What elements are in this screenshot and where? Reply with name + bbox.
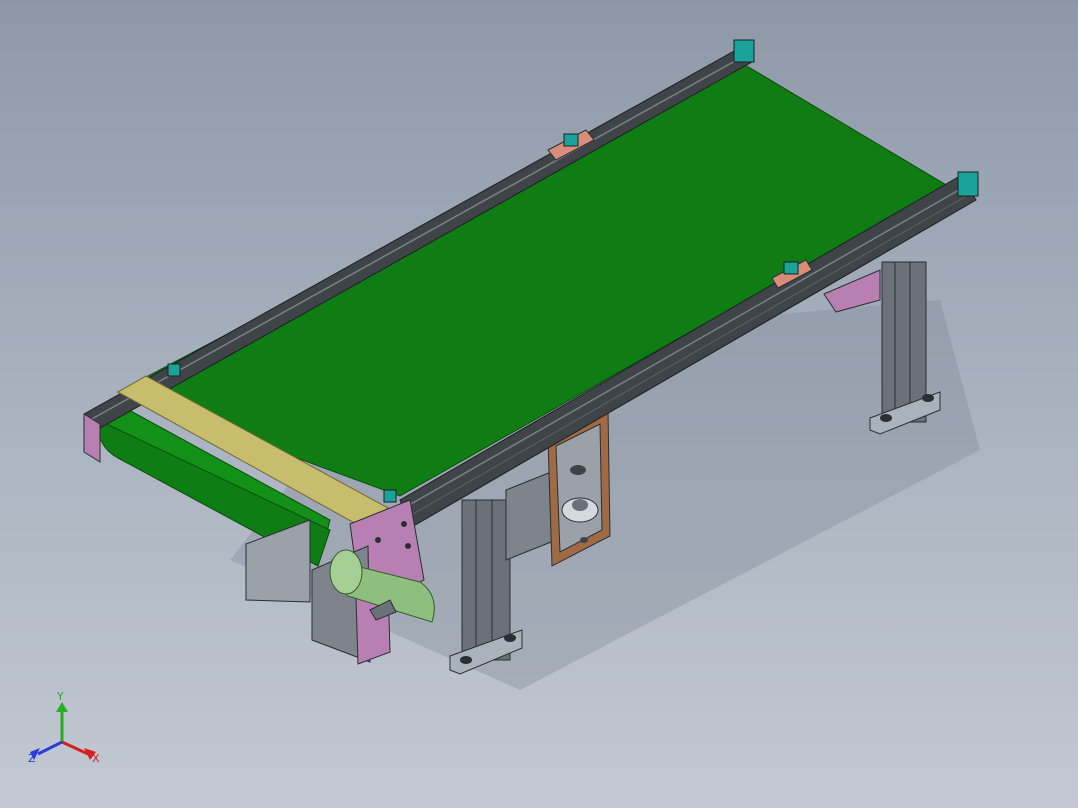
triad-z-axis (37, 740, 63, 756)
conveyor-model[interactable] (0, 0, 1078, 808)
rail-end-cap (733, 39, 755, 63)
graphics-viewport[interactable]: Y X Z (0, 0, 1078, 808)
rail-end-cap (957, 171, 979, 197)
triad-y-arrow (56, 702, 68, 712)
rail-clip[interactable] (167, 363, 181, 377)
triad-x-label: X (92, 752, 100, 765)
triad-x-axis (61, 740, 89, 756)
rail-clip[interactable] (383, 489, 397, 503)
triad-y-label: Y (56, 692, 64, 703)
orientation-triad[interactable]: Y X Z (22, 692, 112, 772)
triad-z-label: Z (28, 752, 36, 765)
